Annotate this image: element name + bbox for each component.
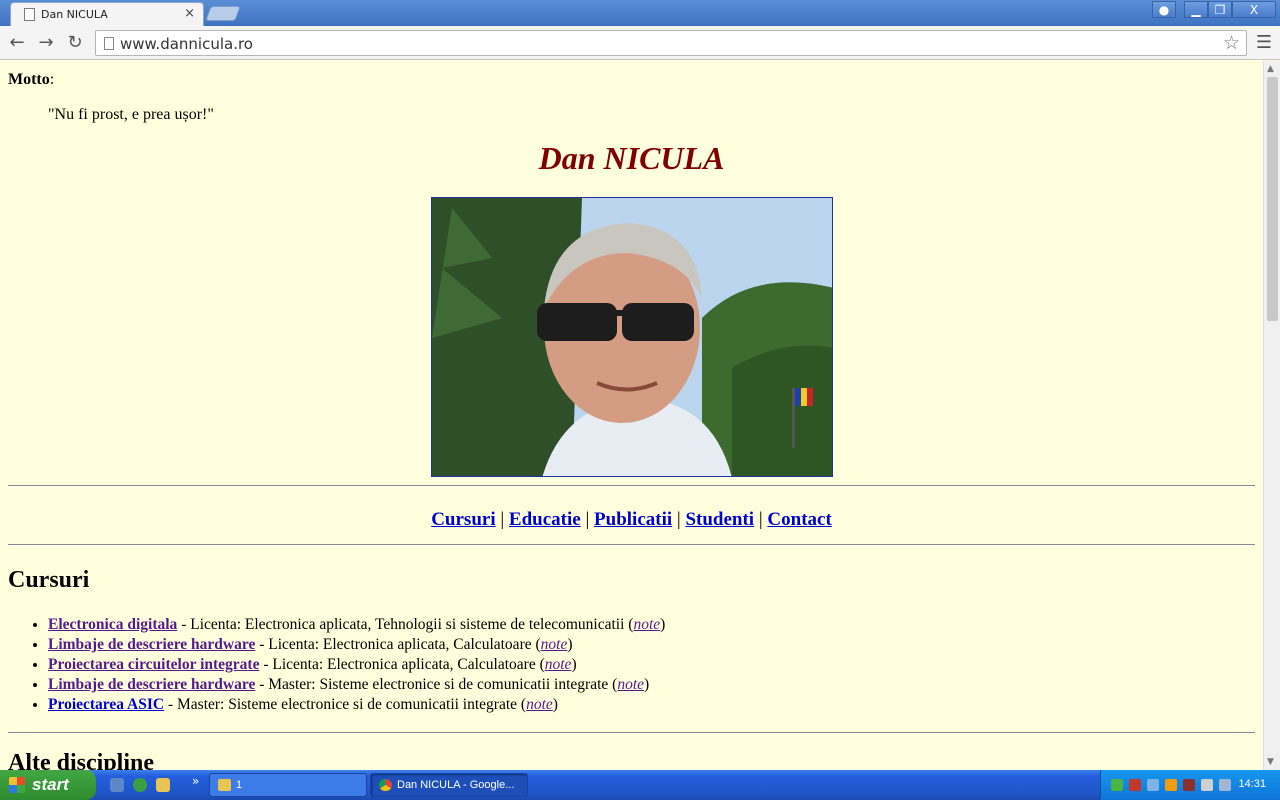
nav-link-contact[interactable]: Contact [767,509,831,530]
course-note-link[interactable]: note [541,636,568,653]
browser-toolbar: ← → ↻ www.dannicula.ro ☆ ☰ [0,26,1280,60]
nav-separator: | [676,509,681,530]
divider [8,732,1255,734]
page-body: Motto: "Nu fi prost, e prea ușor!" Dan N… [0,61,1263,770]
windows-taskbar: start » 1 Dan NICULA - Google... 14:31 [0,770,1280,800]
section-heading-alte: Alte discipline [8,750,155,770]
course-link[interactable]: Proiectarea ASIC [48,696,164,713]
close-window-button[interactable]: X [1232,1,1276,18]
new-tab-button[interactable] [205,6,241,21]
tab-close-icon[interactable]: × [184,6,195,21]
portrait-container [8,197,1255,477]
nav-link-cursuri[interactable]: Cursuri [431,509,495,530]
course-link[interactable]: Electronica digitala [48,616,177,633]
scroll-down-icon[interactable]: ▼ [1267,757,1274,767]
system-tray: 14:31 [1100,770,1280,800]
nav-separator: | [500,509,505,530]
course-description: - Licenta: Electronica aplicata, Calcula… [255,636,541,653]
course-link[interactable]: Limbaje de descriere hardware [48,636,255,653]
tray-monitor-icon[interactable] [1219,779,1231,791]
portrait-photo [430,197,833,477]
clock[interactable]: 14:31 [1238,778,1266,790]
url-text[interactable]: www.dannicula.ro [120,35,253,53]
list-item: Limbaje de descriere hardware - Master: … [48,676,1255,696]
course-description: - Master: Sisteme electronice si de comu… [164,696,527,713]
list-item: Proiectarea circuitelor integrate - Lice… [48,656,1255,676]
motto-label: Motto: [8,71,55,88]
quicklaunch-folder-icon[interactable] [156,778,170,792]
minimize-button[interactable]: ▁ [1184,1,1208,18]
tray-app-icon[interactable] [1111,779,1123,791]
tray-app-icon[interactable] [1165,779,1177,791]
course-note-link[interactable]: note [617,676,644,693]
chrome-menu-icon[interactable]: ☰ [1254,32,1274,54]
quicklaunch-expand-icon[interactable]: » [192,774,199,788]
nav-separator: | [758,509,763,530]
course-link[interactable]: Limbaje de descriere hardware [48,676,255,693]
course-note-link[interactable]: note [526,696,553,713]
course-note-link[interactable]: note [633,616,660,633]
start-button[interactable]: start [0,770,96,800]
reload-icon[interactable]: ↻ [64,32,86,54]
course-description: - Master: Sisteme electronice si de comu… [255,676,618,693]
page-viewport: Motto: "Nu fi prost, e prea ușor!" Dan N… [0,61,1263,770]
nav-separator: | [585,509,590,530]
windows-logo-icon [9,777,25,793]
tray-signal-icon[interactable] [1183,779,1195,791]
course-note-link[interactable]: note [545,656,572,673]
maximize-button[interactable]: ❐ [1208,1,1232,18]
nav-link-studenti[interactable]: Studenti [685,509,754,530]
nav-link-educatie[interactable]: Educatie [509,509,581,530]
quicklaunch-ie-icon[interactable] [110,778,124,792]
taskbar-item-chrome[interactable]: Dan NICULA - Google... [370,773,528,797]
page-info-icon [104,37,114,50]
main-navigation: Cursuri | Educatie | Publicatii | Studen… [8,509,1255,531]
section-heading-cursuri: Cursuri [8,567,90,593]
tray-device-icon[interactable] [1147,779,1159,791]
address-bar[interactable]: www.dannicula.ro ☆ [95,30,1247,56]
forward-arrow-icon[interactable]: → [35,32,57,54]
user-profile-icon[interactable]: ● [1152,1,1176,18]
portrait-illustration [431,198,832,476]
nav-link-publicatii[interactable]: Publicatii [594,509,672,530]
scroll-up-icon[interactable]: ▲ [1267,64,1274,74]
page-title: Dan NICULA [538,140,725,176]
course-link[interactable]: Proiectarea circuitelor integrate [48,656,259,673]
tray-volume-icon[interactable] [1201,779,1213,791]
list-item: Limbaje de descriere hardware - Licenta:… [48,636,1255,656]
divider [8,485,1255,487]
chrome-icon [379,779,392,791]
browser-tab-active[interactable]: Dan NICULA × [10,2,204,26]
course-description: - Licenta: Electronica aplicata, Calcula… [259,656,545,673]
scroll-thumb[interactable] [1267,77,1278,321]
course-description: - Licenta: Electronica aplicata, Tehnolo… [177,616,634,633]
page-icon [24,8,35,21]
list-item: Electronica digitala - Licenta: Electron… [48,616,1255,636]
tab-title: Dan NICULA [41,8,108,21]
browser-title-bar: Dan NICULA × ● ▁ ❐ X [0,0,1280,26]
back-arrow-icon[interactable]: ← [6,32,28,54]
vertical-scrollbar[interactable]: ▲ ▼ [1263,61,1280,770]
list-item: Proiectarea ASIC - Master: Sisteme elect… [48,696,1255,716]
folder-icon [218,779,231,791]
divider [8,544,1255,546]
taskbar-item-folder[interactable]: 1 [209,773,367,797]
course-list: Electronica digitala - Licenta: Electron… [48,616,1255,716]
motto-text: "Nu fi prost, e prea ușor!" [48,106,214,123]
quicklaunch-utorrent-icon[interactable] [133,778,147,792]
bookmark-star-icon[interactable]: ☆ [1223,32,1240,54]
tray-network-icon[interactable] [1129,779,1141,791]
